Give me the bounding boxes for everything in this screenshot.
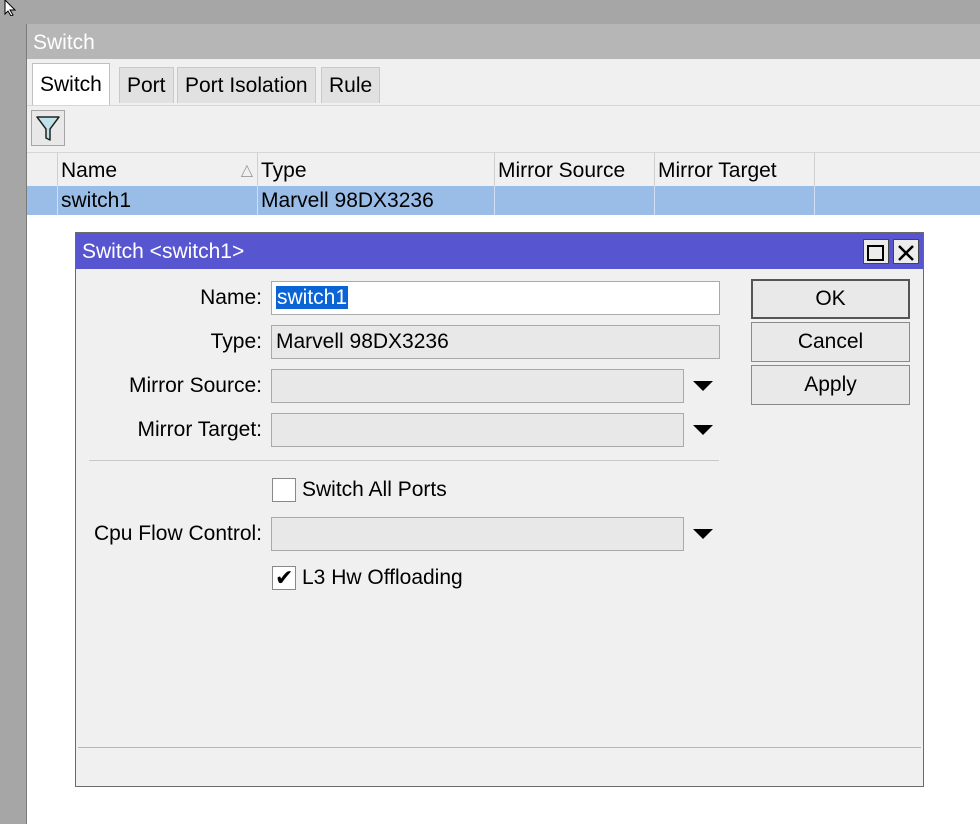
switch-dialog: Switch <switch1> Name: switch1 Type: Mar… — [75, 232, 924, 787]
chevron-down-icon[interactable] — [693, 381, 713, 391]
cancel-button[interactable]: Cancel — [751, 322, 910, 362]
close-button[interactable] — [893, 239, 919, 264]
filter-button[interactable] — [31, 110, 65, 146]
cell-type: Marvell 98DX3236 — [258, 186, 495, 215]
l3-hw-offloading-checkbox[interactable]: ✔ — [272, 565, 296, 590]
cpu-flow-control-select[interactable] — [271, 517, 684, 551]
dialog-title-text: Switch <switch1> — [82, 240, 245, 263]
arrow-cursor-icon — [4, 0, 17, 16]
chevron-down-icon[interactable] — [693, 529, 713, 539]
name-input[interactable]: switch1 — [271, 281, 720, 315]
mirror-target-select[interactable] — [271, 413, 684, 447]
window-title: Switch — [27, 24, 980, 59]
l3-hw-offloading-label: L3 Hw Offloading — [302, 566, 463, 589]
maximize-button[interactable] — [863, 239, 889, 264]
chevron-down-icon[interactable] — [693, 425, 713, 435]
cell-name: switch1 — [58, 186, 258, 215]
ok-button[interactable]: OK — [751, 279, 910, 319]
name-input-value: switch1 — [276, 286, 349, 309]
column-mirror-target[interactable]: Mirror Target — [655, 153, 815, 187]
column-name[interactable]: Name △ — [58, 153, 258, 187]
cell-mirror-source — [495, 186, 655, 215]
close-icon — [898, 245, 914, 261]
mirror-source-label: Mirror Source: — [128, 374, 262, 397]
cpu-flow-control-label: Cpu Flow Control: — [93, 522, 262, 545]
row-marker-column — [27, 153, 58, 187]
row-marker — [27, 186, 58, 215]
column-type[interactable]: Type — [258, 153, 495, 187]
type-field: Marvell 98DX3236 — [271, 325, 720, 359]
maximize-icon — [867, 245, 884, 261]
mirror-source-select[interactable] — [271, 369, 684, 403]
name-label: Name: — [200, 286, 262, 309]
filter-icon — [36, 116, 60, 141]
checkmark-icon: ✔ — [275, 565, 294, 590]
tab-port-isolation[interactable]: Port Isolation — [177, 67, 316, 103]
switch-table: Name △ Type Mirror Source Mirror Target … — [27, 152, 980, 216]
mirror-target-label: Mirror Target: — [137, 418, 262, 441]
tab-switch[interactable]: Switch — [32, 63, 110, 105]
cell-mirror-target — [655, 186, 815, 215]
type-label: Type: — [210, 330, 262, 353]
sort-ascending-icon: △ — [240, 162, 253, 179]
dialog-title: Switch <switch1> — [76, 233, 923, 269]
switch-all-ports-label: Switch All Ports — [302, 478, 447, 501]
column-mirror-source[interactable]: Mirror Source — [495, 153, 655, 187]
apply-button[interactable]: Apply — [751, 365, 910, 405]
column-name-label: Name — [61, 159, 118, 182]
status-bar — [78, 747, 921, 786]
tab-bar: Switch Port Port Isolation Rule — [27, 59, 980, 106]
tab-port[interactable]: Port — [119, 67, 174, 103]
table-row[interactable]: switch1 Marvell 98DX3236 — [27, 186, 980, 215]
switch-all-ports-checkbox[interactable] — [272, 478, 296, 502]
toolbar — [27, 106, 980, 150]
divider — [89, 460, 719, 461]
tab-rule[interactable]: Rule — [321, 67, 381, 103]
table-header: Name △ Type Mirror Source Mirror Target — [27, 152, 980, 188]
